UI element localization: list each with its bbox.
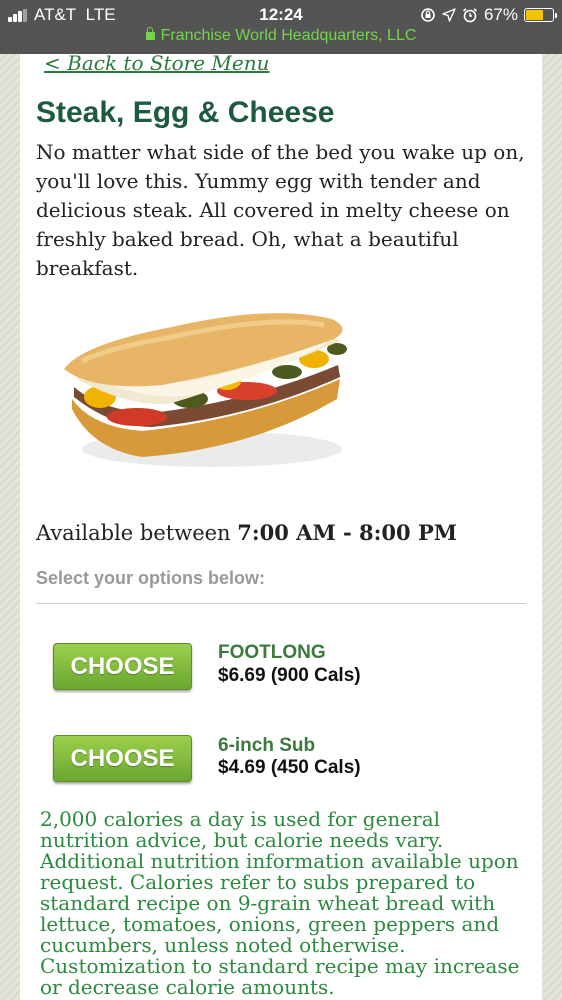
item-title: Steak, Egg & Cheese <box>36 96 335 129</box>
right-background-gutter <box>542 54 562 1000</box>
status-bar: AT&T LTE 12:24 67% Franchise World Headq… <box>0 0 562 54</box>
site-title: Franchise World Headquarters, LLC <box>160 27 417 44</box>
back-to-store-menu-link[interactable]: < Back to Store Menu <box>44 54 269 75</box>
option-name-footlong: FOOTLONG <box>218 642 326 663</box>
divider <box>36 603 526 604</box>
screen-rotation-lock-icon <box>421 8 435 22</box>
option-price-footlong: $6.69 (900 Cals) <box>218 665 361 686</box>
item-description: No matter what side of the bed you wake … <box>36 140 525 280</box>
choose-footlong-button[interactable]: CHOOSE <box>53 643 192 690</box>
option-price-6-inch: $4.69 (450 Cals) <box>218 757 361 778</box>
battery-level-fill <box>526 10 544 20</box>
battery-percent: 67% <box>483 5 518 24</box>
battery-icon <box>524 8 557 22</box>
option-name-6-inch: 6-inch Sub <box>218 735 316 756</box>
location-arrow-icon <box>442 8 456 22</box>
options-label: Select your options below: <box>36 568 266 588</box>
choose-6-inch-button[interactable]: CHOOSE <box>53 735 192 782</box>
sandwich-image <box>64 313 347 467</box>
alarm-icon <box>462 8 477 23</box>
status-icons: 67% <box>420 5 557 25</box>
menu-item-content: < Back to Store Menu Steak, Egg & Cheese… <box>20 54 542 1000</box>
address-bar[interactable]: Franchise World Headquarters, LLC <box>0 27 562 49</box>
lock-icon <box>145 27 155 40</box>
status-row: AT&T LTE 12:24 67% <box>0 4 562 26</box>
calorie-disclaimer: 2,000 calories a day is used for general… <box>40 807 520 999</box>
availability-text: Available between 7:00 AM - 8:00 PM <box>36 520 457 545</box>
availability-prefix: Available between <box>36 521 238 545</box>
left-background-gutter <box>0 54 20 1000</box>
availability-hours: 7:00 AM - 8:00 PM <box>237 520 457 545</box>
